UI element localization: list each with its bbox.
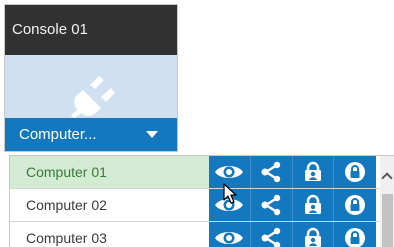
list-row-computer-02: Computer 02: [10, 189, 394, 222]
lock-user-button[interactable]: [293, 189, 335, 221]
console-title: Console 01: [5, 5, 177, 55]
computer-dropdown[interactable]: Computer...: [5, 118, 177, 151]
view-button[interactable]: [209, 189, 251, 221]
lock-user-icon: [304, 194, 321, 214]
view-button[interactable]: [209, 156, 251, 188]
caret-down-icon: [146, 131, 158, 138]
eye-icon: [215, 232, 244, 244]
plug-icon: [71, 76, 115, 118]
view-button[interactable]: [209, 222, 251, 247]
dropdown-value: Computer...: [19, 126, 97, 143]
list-row-computer-03: Computer 03: [10, 222, 394, 247]
lock-icon: [345, 228, 366, 247]
lock-button[interactable]: [334, 189, 376, 221]
share-button[interactable]: [251, 156, 293, 188]
scroll-thumb[interactable]: [382, 194, 393, 247]
share-button[interactable]: [251, 222, 293, 247]
lock-user-icon: [304, 161, 321, 181]
share-icon: [261, 227, 281, 247]
share-icon: [261, 161, 281, 183]
lock-user-button[interactable]: [293, 222, 335, 247]
computer-item-label[interactable]: Computer 03: [10, 222, 209, 247]
row-actions: [209, 222, 376, 247]
eye-icon: [215, 199, 244, 211]
share-button[interactable]: [251, 189, 293, 221]
list-row-computer-01: Computer 01: [10, 156, 394, 189]
computer-item-label[interactable]: Computer 01: [10, 156, 209, 188]
lock-user-button[interactable]: [293, 156, 335, 188]
lock-button[interactable]: [334, 222, 376, 247]
scroll-up-icon[interactable]: [381, 172, 393, 184]
lock-icon: [345, 162, 366, 182]
list-scrollbar[interactable]: [380, 156, 394, 247]
share-icon: [261, 194, 281, 216]
lock-user-icon: [304, 227, 321, 247]
eye-icon: [215, 166, 244, 178]
lock-icon: [345, 195, 366, 215]
row-actions: [209, 156, 376, 188]
computer-item-label[interactable]: Computer 02: [10, 189, 209, 221]
console-card: Console 01 Computer...: [4, 4, 178, 152]
lock-button[interactable]: [334, 156, 376, 188]
computer-list-popup: Computer 01 Computer 02 Computer 03: [9, 155, 394, 247]
row-actions: [209, 189, 376, 221]
